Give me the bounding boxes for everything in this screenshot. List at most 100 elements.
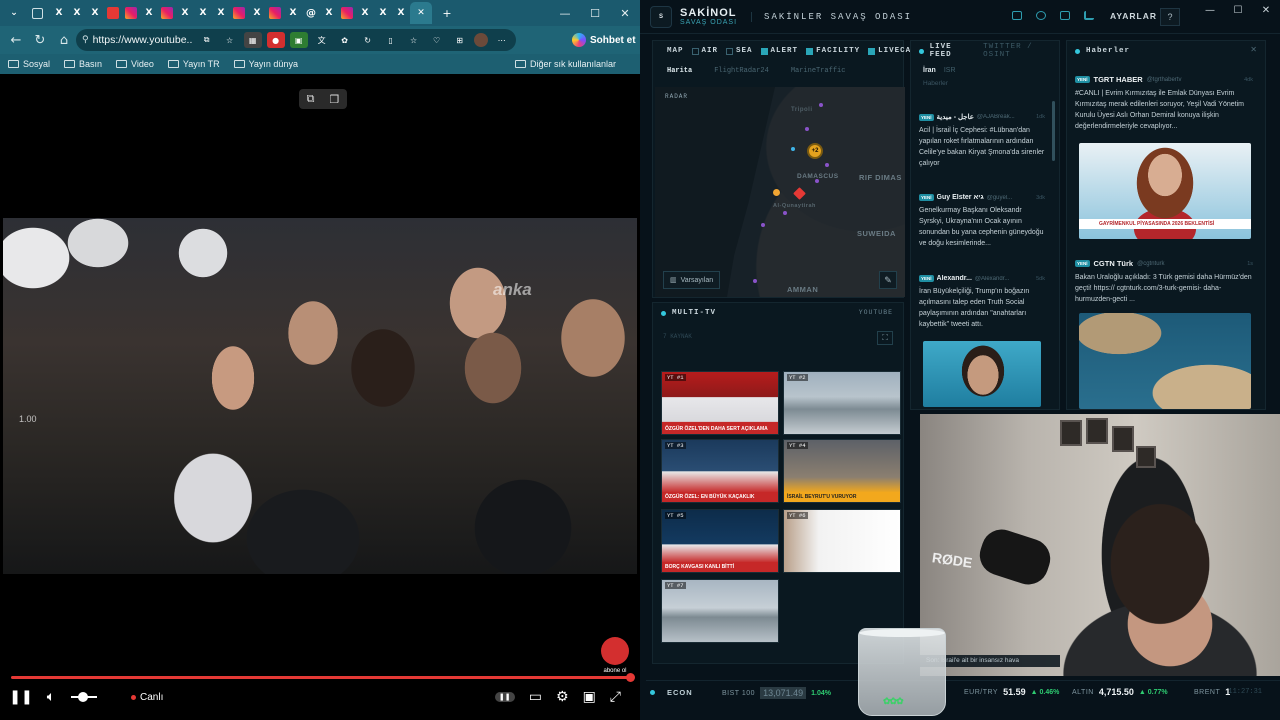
favorite-star-icon[interactable]: ☆ [221, 32, 239, 48]
checkbox[interactable] [868, 47, 876, 55]
filter-sea[interactable]: SEA [726, 47, 753, 55]
filter-alert[interactable]: ALERT [760, 47, 799, 55]
browser-tab[interactable] [230, 4, 248, 22]
favorites-icon[interactable]: ☆ [405, 32, 423, 48]
browser-tab[interactable] [266, 4, 284, 22]
map-marker[interactable] [783, 211, 787, 215]
map-default-view-button[interactable]: ▥ Varsayılan [663, 271, 721, 289]
tab-marinetraffic[interactable]: MarineTraffic [791, 67, 846, 75]
map-marker[interactable] [819, 103, 823, 107]
extension-red-icon[interactable]: ● [266, 32, 285, 48]
home-button[interactable]: ⌂ [52, 29, 76, 51]
filter-facility[interactable]: FACILITY [806, 47, 860, 55]
bookmark-folder[interactable]: Sosyal [8, 59, 50, 69]
map-marker[interactable] [825, 163, 829, 167]
read-aloud-icon[interactable]: ⧉ [198, 32, 216, 48]
quote-brent[interactable]: BRENT 1 [1194, 687, 1230, 697]
copy-icon[interactable]: ❐ [330, 93, 340, 106]
browser-tab[interactable]: X [194, 4, 212, 22]
tab-menu-button[interactable]: ⌄ [4, 4, 24, 22]
volume-slider[interactable] [71, 692, 97, 702]
browser-tab[interactable]: X [320, 4, 338, 22]
bookmark-folder[interactable]: Basın [64, 59, 102, 69]
bookmark-folder[interactable]: Yayın TR [167, 59, 220, 69]
video-player[interactable]: ⧉ ❐ anka 1.00 abone ol ❚❚ 🔈︎ Canlı ❚❚ ▭ … [3, 75, 637, 715]
feed-post-image[interactable] [923, 341, 1041, 407]
map-marker-livecam[interactable] [791, 147, 795, 151]
autoplay-toggle[interactable]: ❚❚ [494, 692, 515, 702]
chart-icon[interactable] [1084, 11, 1094, 20]
browser-tab[interactable]: X [356, 4, 374, 22]
tv-tile[interactable]: YT #2 [783, 371, 901, 435]
map-edit-button[interactable]: ✎ [879, 271, 897, 289]
filter-air[interactable]: AIR [691, 47, 719, 55]
copilot-button[interactable]: Sohbet et [572, 29, 636, 51]
tv-tile[interactable]: YT #1 ÖZGÜR ÖZEL'DEN DAHA SERT AÇIKLAMA [661, 371, 779, 435]
extension-icon[interactable]: ▦ [243, 32, 262, 48]
tab-flightradar[interactable]: FlightRadar24 [714, 67, 769, 75]
minimize-button[interactable]: — [550, 0, 580, 26]
bookmark-folder[interactable]: Video [116, 59, 154, 69]
pause-button[interactable]: ❚❚ [9, 689, 32, 705]
map-view-icon[interactable] [1012, 11, 1022, 20]
map-marker-alert[interactable] [773, 189, 780, 196]
checkbox[interactable] [760, 47, 768, 55]
feed-scrollbar[interactable] [1052, 101, 1055, 161]
live-indicator[interactable]: Canlı [131, 692, 163, 703]
feed-icon[interactable] [1036, 11, 1046, 20]
volume-knob[interactable] [77, 692, 88, 702]
maximize-button[interactable]: ☐ [580, 0, 610, 26]
reload-button[interactable]: ↻ [28, 29, 52, 51]
browser-tab[interactable] [158, 4, 176, 22]
theater-mode-icon[interactable]: ▣ [583, 689, 596, 705]
quote-bist[interactable]: BIST 100 13,071.49 1.04% [722, 687, 831, 699]
browser-tab[interactable]: X [86, 4, 104, 22]
browser-tab[interactable] [122, 4, 140, 22]
collections-icon[interactable]: ⊞ [451, 32, 469, 48]
feed-post[interactable]: YENİ عاجل - ميدية @AJABreak... 1dk Acil | İ… [919, 113, 1045, 169]
news-post[interactable]: YENİ CGTN Türk @cgtnturk 1s Bakan Uraloğlu … [1075, 259, 1253, 305]
maximize-button[interactable]: ☐ [1224, 0, 1252, 20]
expand-icon[interactable]: ⛶ [877, 331, 893, 345]
progress-bar[interactable] [11, 673, 635, 682]
pip-icon[interactable]: ⧉ [307, 92, 315, 106]
browser-tab[interactable]: X [212, 4, 230, 22]
browser-tab[interactable]: X [392, 4, 410, 22]
browser-essentials-icon[interactable]: ♡ [428, 32, 446, 48]
news-post-image[interactable]: GAYRİMENKUL PİYASASINDA 2026 BEKLENTİSİ [1079, 143, 1251, 239]
browser-tab[interactable]: X [50, 4, 68, 22]
subtitles-icon[interactable]: ▭ [529, 689, 542, 705]
extension-green-icon[interactable]: ▣ [289, 32, 308, 48]
tv-tile[interactable]: YT #5 BORÇ KAVGASI KANLI BİTTİ [661, 509, 779, 573]
quote-altin[interactable]: ALTIN 4,715.50 ▲ 0.77% [1072, 687, 1168, 697]
browser-tab[interactable] [338, 4, 356, 22]
browser-tab-active[interactable]: ✕ [410, 2, 432, 24]
map-marker[interactable] [761, 223, 765, 227]
close-window-button[interactable]: ✕ [1252, 0, 1280, 20]
new-tab-button[interactable]: + [438, 4, 456, 22]
news-post[interactable]: YENİ TGRT HABER @tgrthabertv 4dk #CANLI | E… [1075, 75, 1253, 132]
news-post-image[interactable] [1079, 313, 1251, 409]
browser-tab[interactable]: @ [302, 4, 320, 22]
bookmark-folder[interactable]: Yayın dünya [233, 59, 298, 69]
tv-tile[interactable]: YT #6 [783, 509, 901, 573]
url-text[interactable]: https://www.youtube... [93, 34, 193, 46]
browser-tab[interactable]: X [176, 4, 194, 22]
tv-tile[interactable]: YT #4 İSRAİL BEYRUT'U VURUYOR [783, 439, 901, 503]
bookmark-other-folder[interactable]: Diğer sık kullanılanlar [514, 59, 616, 69]
tab-harita[interactable]: Harita [667, 67, 692, 75]
help-button[interactable]: ? [1160, 8, 1180, 26]
volume-icon[interactable]: 🔈︎ [41, 689, 61, 705]
split-screen-icon[interactable]: ▯ [382, 32, 400, 48]
profile-avatar[interactable] [473, 33, 488, 47]
video-frame[interactable]: anka 1.00 [3, 218, 637, 574]
browser-tab[interactable]: X [284, 4, 302, 22]
quote-eurtry[interactable]: EUR/TRY 51.59 ▲ 0.46% [964, 687, 1059, 697]
browser-tab[interactable]: X [140, 4, 158, 22]
minimize-button[interactable]: — [1196, 0, 1224, 20]
fullscreen-icon[interactable]: ⤢ [610, 689, 621, 705]
refresh-ext-icon[interactable]: ↻ [359, 32, 377, 48]
more-menu-icon[interactable]: ⋯ [493, 32, 511, 48]
back-button[interactable]: ← [4, 29, 28, 51]
tv-icon[interactable] [1060, 11, 1070, 20]
